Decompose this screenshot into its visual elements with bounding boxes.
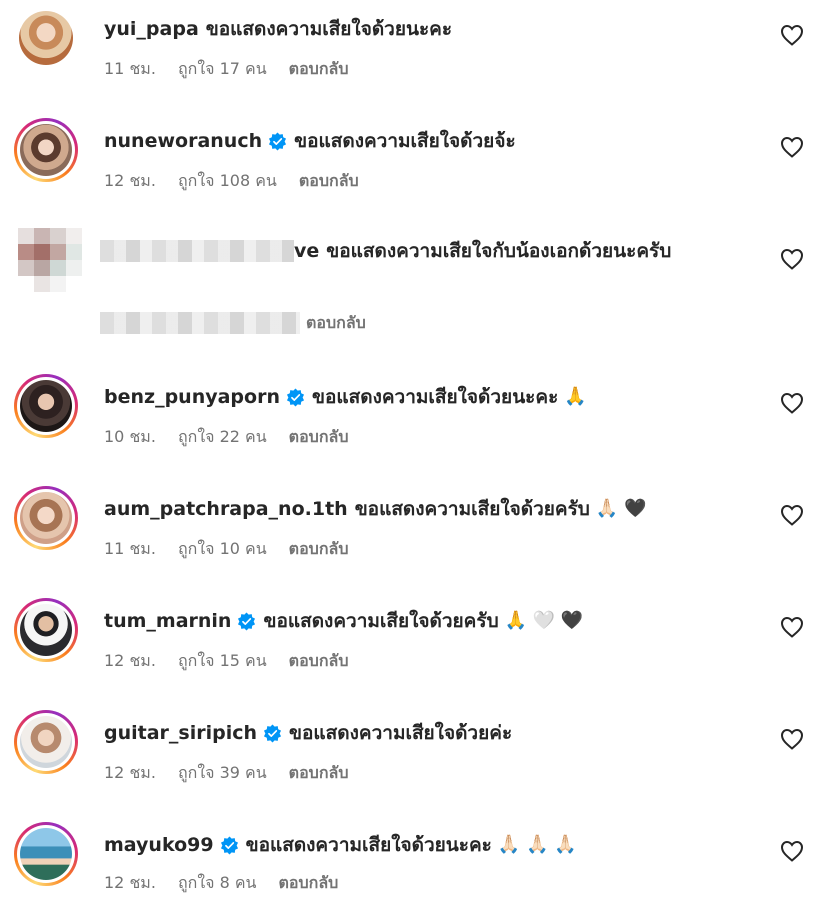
comment-username[interactable]: aum_patchrapa_no.1th	[104, 496, 348, 522]
comment-likes[interactable]: ถูกใจ 22 คน	[178, 426, 267, 448]
heart-outline-icon[interactable]	[780, 504, 804, 526]
verified-badge-icon	[220, 835, 238, 855]
reply-button[interactable]: ตอบกลับ	[289, 538, 349, 560]
verified-badge-icon	[286, 387, 305, 407]
reply-button[interactable]: ตอบกลับ	[306, 312, 366, 334]
comment-time[interactable]: 12 ชม.	[104, 650, 156, 672]
comment-text: ขอแสดงความเสียใจด้วยนะคะ	[311, 386, 559, 408]
comment-text: ขอแสดงความเสียใจด้วยนะคะ	[245, 834, 492, 856]
heart-outline-icon[interactable]	[780, 136, 804, 158]
comment-text: ขอแสดงความเสียใจด้วยนะคะ	[205, 18, 453, 40]
comment-username[interactable]: nuneworanuch	[104, 128, 262, 154]
blurred-meta	[100, 312, 300, 334]
heart-outline-icon[interactable]	[780, 392, 804, 414]
comment-item: yui_papa ขอแสดงความเสียใจด้วยนะคะ 11 ชม.…	[0, 0, 820, 100]
comment-item: tum_marnin ขอแสดงความเสียใจด้วยครับ 🙏 🤍 …	[0, 592, 820, 692]
verified-badge-icon	[263, 723, 282, 743]
heart-outline-icon[interactable]	[780, 616, 804, 638]
comment-time[interactable]: 12 ชม.	[104, 762, 156, 784]
avatar[interactable]	[14, 710, 78, 774]
comment-text: ขอแสดงความเสียใจด้วยค่ะ	[289, 722, 513, 744]
comment-item: guitar_siripich ขอแสดงความเสียใจด้วยค่ะ …	[0, 704, 820, 804]
comment-username[interactable]: tum_marnin	[104, 608, 231, 634]
comment-likes[interactable]: ถูกใจ 39 คน	[178, 762, 267, 784]
comment-time[interactable]: 11 ชม.	[104, 538, 156, 560]
avatar[interactable]	[18, 228, 82, 292]
comment-text: ขอแสดงความเสียใจกับน้องเอกด้วยนะครับ	[326, 240, 672, 262]
comment-likes[interactable]: ถูกใจ 10 คน	[178, 538, 267, 560]
verified-badge-icon	[269, 131, 287, 151]
blurred-username	[100, 240, 294, 262]
comment-emoji: 🙏 🤍 🖤	[504, 610, 584, 631]
reply-button[interactable]: ตอบกลับ	[289, 58, 349, 80]
comment-emoji: 🙏🏻 🙏🏻 🙏🏻	[497, 834, 577, 855]
heart-outline-icon[interactable]	[780, 24, 804, 46]
reply-button[interactable]: ตอบกลับ	[289, 650, 349, 672]
reply-button[interactable]: ตอบกลับ	[289, 426, 349, 448]
heart-outline-icon[interactable]	[780, 840, 804, 862]
comment-likes[interactable]: ถูกใจ 15 คน	[178, 650, 267, 672]
comment-username[interactable]: yui_papa	[104, 16, 199, 42]
comment-text: ขอแสดงความเสียใจด้วยจ้ะ	[294, 130, 516, 152]
comment-likes[interactable]: ถูกใจ 108 คน	[178, 170, 277, 192]
comment-emoji: 🙏	[564, 386, 587, 407]
reply-button[interactable]: ตอบกลับ	[289, 762, 349, 784]
comment-time[interactable]: 10 ชม.	[104, 426, 156, 448]
comment-username[interactable]: benz_punyaporn	[104, 384, 280, 410]
avatar[interactable]	[14, 598, 78, 662]
avatar[interactable]	[14, 822, 78, 886]
comment-likes[interactable]: ถูกใจ 17 คน	[178, 58, 267, 80]
comment-likes[interactable]: ถูกใจ 8 คน	[178, 872, 257, 894]
avatar[interactable]	[14, 374, 78, 438]
avatar[interactable]	[14, 486, 78, 550]
comment-emoji: 🙏🏻 🖤	[595, 498, 647, 519]
heart-outline-icon[interactable]	[780, 248, 804, 270]
avatar[interactable]	[14, 6, 78, 70]
heart-outline-icon[interactable]	[780, 728, 804, 750]
comment-time[interactable]: 11 ชม.	[104, 58, 156, 80]
reply-button[interactable]: ตอบกลับ	[279, 872, 339, 894]
comment-username-tail[interactable]: ve	[294, 238, 319, 264]
comment-time[interactable]: 12 ชม.	[104, 872, 156, 894]
comment-item: aum_patchrapa_no.1th ขอแสดงความเสียใจด้ว…	[0, 480, 820, 580]
comment-item: benz_punyaporn ขอแสดงความเสียใจด้วยนะคะ …	[0, 368, 820, 468]
comment-item: ve ขอแสดงความเสียใจกับน้องเอกด้วยนะครับ …	[0, 224, 820, 344]
comment-item: nuneworanuch ขอแสดงความเสียใจด้วยจ้ะ 12 …	[0, 112, 820, 212]
reply-button[interactable]: ตอบกลับ	[299, 170, 359, 192]
verified-badge-icon	[238, 611, 256, 631]
comment-username[interactable]: mayuko99	[104, 832, 214, 858]
comment-text: ขอแสดงความเสียใจด้วยครับ	[263, 610, 499, 632]
comment-time[interactable]: 12 ชม.	[104, 170, 156, 192]
avatar[interactable]	[14, 118, 78, 182]
comment-item: mayuko99 ขอแสดงความเสียใจด้วยนะคะ 🙏🏻 🙏🏻 …	[0, 816, 820, 916]
comment-username[interactable]: guitar_siripich	[104, 720, 257, 746]
comment-text: ขอแสดงความเสียใจด้วยครับ	[354, 498, 590, 520]
